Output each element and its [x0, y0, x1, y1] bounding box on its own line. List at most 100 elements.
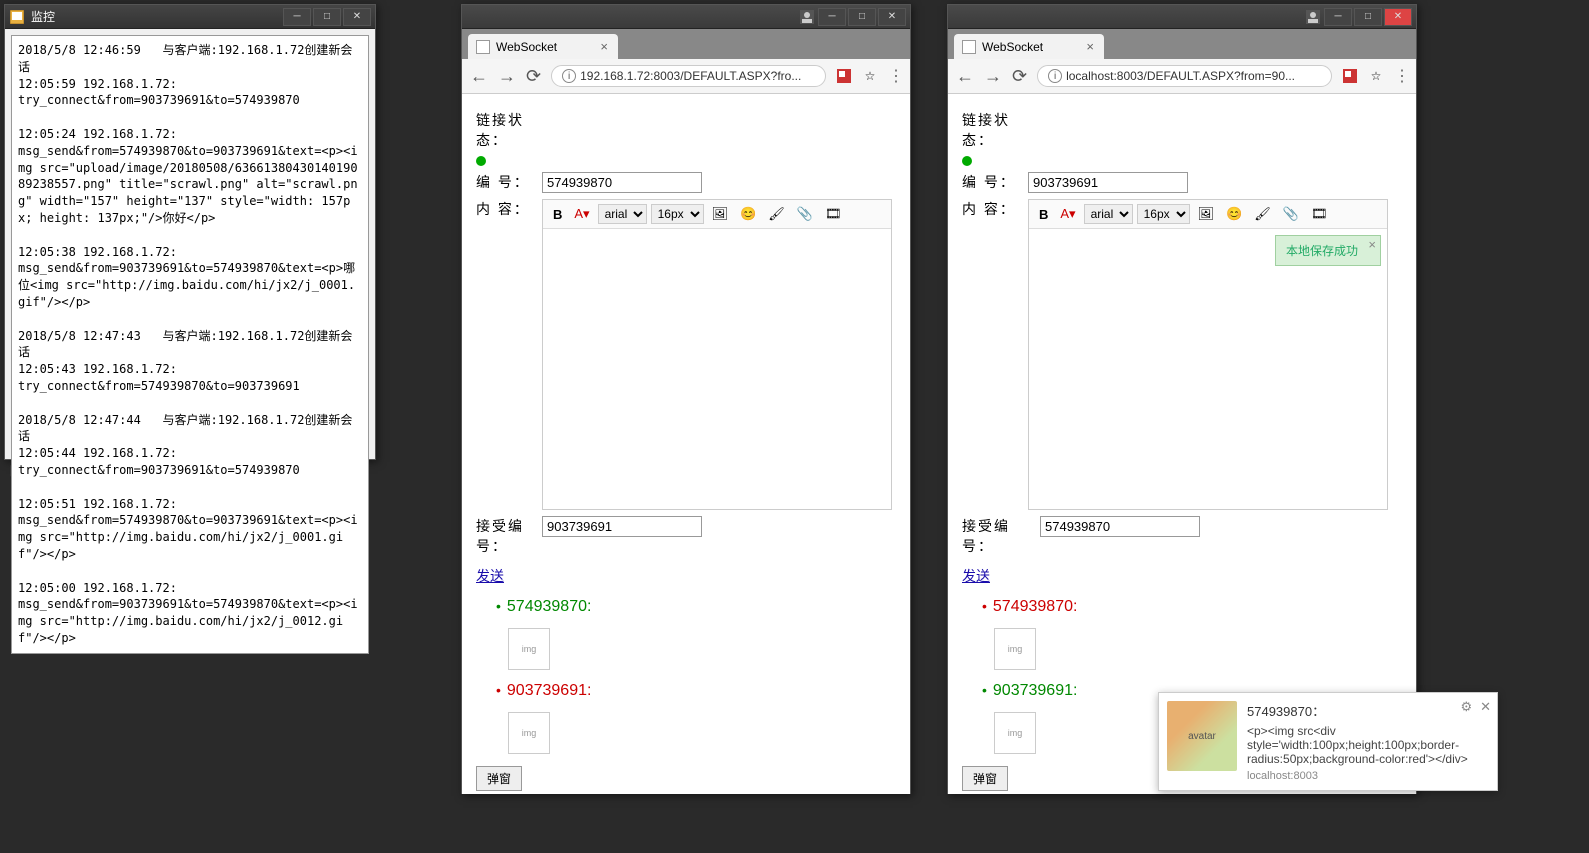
font-select[interactable]: arial	[598, 204, 647, 224]
popup-button[interactable]: 弹窗	[476, 766, 522, 791]
attach-button[interactable]: 📎	[1279, 204, 1303, 224]
send-link[interactable]: 发送	[476, 566, 504, 586]
brush-button[interactable]: 🖌	[1250, 204, 1275, 224]
tab-websocket[interactable]: WebSocket ×	[954, 34, 1104, 59]
rich-editor: B A▾ arial 16px 🖼 😊 🖌 📎 🎞 本地保存成功	[1028, 199, 1388, 510]
extension-icon[interactable]	[1342, 68, 1358, 84]
message-sender: •574939870:	[496, 598, 896, 616]
monitor-window: 监控 ─ □ ✕ 2018/5/8 12:46:59 与客户端:192.168.…	[4, 4, 376, 460]
avatar: avatar	[1167, 701, 1237, 771]
browser-titlebar[interactable]: ─ □ ✕	[462, 5, 910, 29]
notification-card[interactable]: avatar 574939870： <p><img src<div style=…	[1158, 692, 1498, 791]
page-icon	[476, 40, 490, 54]
star-icon[interactable]: ☆	[862, 68, 878, 84]
profile-icon[interactable]	[800, 10, 814, 24]
maximize-button[interactable]: □	[848, 8, 876, 26]
monitor-titlebar[interactable]: 监控 ─ □ ✕	[5, 5, 375, 29]
maximize-button[interactable]: □	[313, 8, 341, 26]
id-input[interactable]	[1028, 172, 1188, 193]
browser-window-left: ─ □ ✕ WebSocket × ← → ⟳ i 192.168.1.72:8…	[461, 4, 911, 794]
font-color-button[interactable]: A▾	[1056, 204, 1079, 224]
bold-button[interactable]: B	[549, 205, 566, 224]
profile-icon[interactable]	[1306, 10, 1320, 24]
save-toast: 本地保存成功	[1275, 235, 1381, 266]
bold-button[interactable]: B	[1035, 205, 1052, 224]
message-sender: •903739691:	[496, 682, 896, 700]
recv-id-input[interactable]	[542, 516, 702, 537]
close-button[interactable]: ✕	[1384, 8, 1412, 26]
size-select[interactable]: 16px	[651, 204, 704, 224]
menu-icon[interactable]: ⋮	[1394, 66, 1408, 86]
id-input[interactable]	[542, 172, 702, 193]
tab-close-icon[interactable]: ×	[600, 39, 608, 54]
back-button[interactable]: ←	[956, 66, 974, 87]
popup-button[interactable]: 弹窗	[962, 766, 1008, 791]
browser-toolbar: ← → ⟳ i localhost:8003/DEFAULT.ASPX?from…	[948, 59, 1416, 94]
browser-window-right: ─ □ ✕ WebSocket × ← → ⟳ i localhost:8003…	[947, 4, 1417, 794]
tab-title: WebSocket	[982, 40, 1043, 54]
site-info-icon[interactable]: i	[1048, 69, 1062, 83]
recv-id-label: 接受编号：	[962, 516, 1034, 556]
tab-close-icon[interactable]: ×	[1086, 39, 1094, 54]
message-list: •574939870: img •903739691: img	[496, 598, 896, 760]
emoji-button[interactable]: 😊	[1222, 204, 1246, 224]
tab-row: WebSocket ×	[462, 29, 910, 59]
notification-source: localhost:8003	[1247, 770, 1489, 782]
size-select[interactable]: 16px	[1137, 204, 1190, 224]
page-icon	[962, 40, 976, 54]
message-sender: •574939870:	[982, 598, 1402, 616]
monitor-title: 监控	[31, 8, 281, 25]
status-dot	[476, 156, 486, 166]
rich-editor: B A▾ arial 16px 🖼 😊 🖌 📎 🎞	[542, 199, 892, 510]
message-image: img	[994, 628, 1036, 670]
settings-icon[interactable]: ⚙	[1460, 699, 1472, 715]
address-bar[interactable]: i localhost:8003/DEFAULT.ASPX?from=90...	[1037, 65, 1332, 87]
browser-titlebar[interactable]: ─ □ ✕	[948, 5, 1416, 29]
recv-id-label: 接受编号：	[476, 516, 536, 556]
minimize-button[interactable]: ─	[1324, 8, 1352, 26]
forward-button[interactable]: →	[498, 66, 516, 87]
reload-button[interactable]: ⟳	[526, 66, 541, 87]
status-label: 链接状态：	[476, 110, 536, 150]
star-icon[interactable]: ☆	[1368, 68, 1384, 84]
font-select[interactable]: arial	[1084, 204, 1133, 224]
recv-id-input[interactable]	[1040, 516, 1200, 537]
media-button[interactable]: 🎞	[821, 204, 846, 224]
content-label: 内 容：	[962, 199, 1022, 219]
app-icon	[9, 9, 25, 25]
url-text: localhost:8003/DEFAULT.ASPX?from=90...	[1066, 69, 1295, 83]
message-image: img	[508, 628, 550, 670]
id-label: 编 号：	[962, 172, 1022, 192]
close-icon[interactable]: ✕	[1480, 699, 1491, 715]
address-bar[interactable]: i 192.168.1.72:8003/DEFAULT.ASPX?fro...	[551, 65, 826, 87]
reload-button[interactable]: ⟳	[1012, 66, 1027, 87]
editor-body[interactable]	[543, 229, 891, 509]
brush-button[interactable]: 🖌	[764, 204, 789, 224]
url-text: 192.168.1.72:8003/DEFAULT.ASPX?fro...	[580, 69, 801, 83]
emoji-button[interactable]: 😊	[736, 204, 760, 224]
font-color-button[interactable]: A▾	[570, 204, 593, 224]
maximize-button[interactable]: □	[1354, 8, 1382, 26]
browser-toolbar: ← → ⟳ i 192.168.1.72:8003/DEFAULT.ASPX?f…	[462, 59, 910, 94]
attach-button[interactable]: 📎	[793, 204, 817, 224]
image-button[interactable]: 🖼	[1194, 204, 1219, 224]
tab-websocket[interactable]: WebSocket ×	[468, 34, 618, 59]
minimize-button[interactable]: ─	[283, 8, 311, 26]
extension-icon[interactable]	[836, 68, 852, 84]
site-info-icon[interactable]: i	[562, 69, 576, 83]
back-button[interactable]: ←	[470, 66, 488, 87]
content-label: 内 容：	[476, 199, 536, 219]
media-button[interactable]: 🎞	[1307, 204, 1332, 224]
send-link[interactable]: 发送	[962, 566, 990, 586]
close-button[interactable]: ✕	[878, 8, 906, 26]
menu-icon[interactable]: ⋮	[888, 66, 902, 86]
editor-toolbar: B A▾ arial 16px 🖼 😊 🖌 📎 🎞	[1029, 200, 1387, 229]
image-button[interactable]: 🖼	[708, 204, 733, 224]
notification-body: <p><img src<div style='width:100px;heigh…	[1247, 724, 1489, 766]
close-button[interactable]: ✕	[343, 8, 371, 26]
forward-button[interactable]: →	[984, 66, 1002, 87]
minimize-button[interactable]: ─	[818, 8, 846, 26]
message-image: img	[994, 712, 1036, 754]
notification-title: 574939870：	[1247, 701, 1489, 720]
editor-body[interactable]: 本地保存成功	[1029, 229, 1387, 509]
